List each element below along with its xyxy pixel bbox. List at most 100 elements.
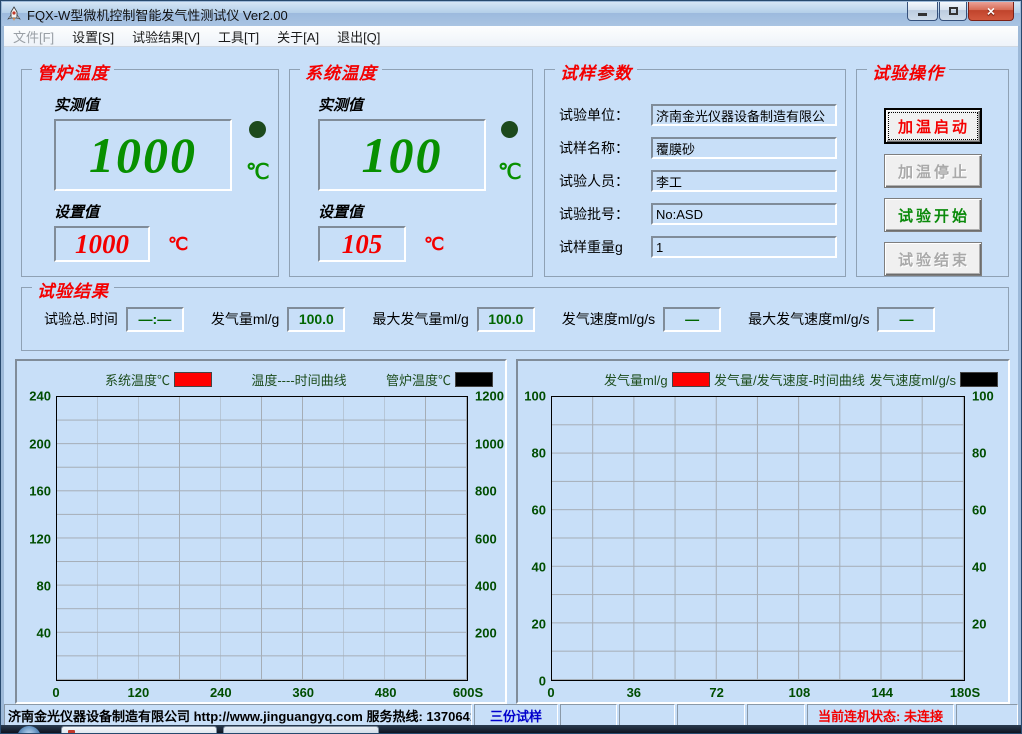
system-temp-group: 系统温度 实测值 100 ℃ 设置值 105 ℃: [289, 69, 533, 277]
axis-tick-label: 600: [475, 531, 497, 546]
status-bar: 济南金光仪器设备制造有限公司 http://www.jinguangyq.com…: [4, 704, 1018, 726]
gas-volume-legend-swatch: [672, 372, 710, 387]
results-group-title: 试验结果: [32, 277, 114, 302]
total-time-value: —:—: [126, 307, 184, 332]
taskbar-app-button[interactable]: [223, 726, 379, 733]
axis-tick-label: 600S: [453, 685, 483, 700]
status-empty-segment: [747, 704, 805, 726]
gas-chart-xaxis: 03672108144180S: [551, 682, 965, 702]
maximize-icon: [949, 7, 958, 15]
temp-chart-legend-furnace: 管炉温度℃: [386, 370, 493, 389]
status-company-info: 济南金光仪器设备制造有限公司 http://www.jinguangyq.com…: [4, 704, 472, 726]
system-measured-display: 100: [318, 119, 486, 191]
sample-weight-input[interactable]: [651, 236, 837, 258]
menu-item-file[interactable]: 文件[F]: [4, 25, 63, 48]
menu-item-exit[interactable]: 退出[Q]: [328, 25, 389, 48]
sample-operator-label: 试验人员：: [559, 171, 651, 191]
max-gas-volume-label: 最大发气量ml/g: [372, 309, 468, 329]
max-gas-rate-value: —: [877, 307, 935, 332]
sample-name-input[interactable]: [651, 137, 837, 159]
menu-bar: 文件[F] 设置[S] 试验结果[V] 工具[T] 关于[A] 退出[Q]: [4, 26, 1018, 47]
temp-chart-xaxis: 0120240360480600S: [56, 682, 468, 702]
test-end-button[interactable]: 试验结束: [884, 242, 982, 276]
axis-tick-label: 60: [532, 503, 546, 518]
sample-name-label: 试样名称：: [559, 138, 651, 158]
system-set-unit: ℃: [424, 234, 444, 255]
heat-stop-button[interactable]: 加温停止: [884, 154, 982, 188]
axis-tick-label: 20: [532, 617, 546, 632]
axis-tick-label: 1200: [475, 389, 504, 404]
axis-tick-label: 200: [475, 626, 497, 641]
temp-chart-yaxis-right: 12001000800600400200: [468, 396, 505, 681]
close-button[interactable]: ×: [968, 2, 1014, 21]
sample-batch-input[interactable]: [651, 203, 837, 225]
gas-chart-plot-area: [551, 396, 965, 681]
gas-rate-legend-swatch: [960, 372, 998, 387]
sample-params-group: 试样参数 试验单位： 试样名称： 试验人员： 试验批号：: [544, 69, 846, 277]
test-start-button[interactable]: 试验开始: [884, 198, 982, 232]
start-button[interactable]: [17, 726, 41, 733]
system-status-indicator: [501, 121, 518, 138]
axis-tick-label: 800: [475, 483, 497, 498]
gas-chart-title: 发气量/发气速度-时间曲线: [714, 370, 865, 389]
operations-group: 试验操作 加温启动 加温停止 试验开始 试验结束: [856, 69, 1009, 277]
menu-item-results[interactable]: 试验结果[V]: [123, 25, 209, 48]
furnace-set-unit: ℃: [168, 234, 188, 255]
furnace-measured-unit: ℃: [246, 160, 270, 185]
max-gas-volume-value: 100.0: [477, 307, 535, 332]
menu-item-settings[interactable]: 设置[S]: [63, 25, 123, 48]
sample-unit-input[interactable]: [651, 104, 837, 126]
gas-volume-value: 100.0: [287, 307, 345, 332]
furnace-temp-group-title: 管炉温度: [32, 59, 114, 84]
axis-tick-label: 400: [475, 579, 497, 594]
status-connection-state: 当前连机状态: 未连接: [807, 704, 954, 726]
system-temp-legend-swatch: [174, 372, 212, 387]
temp-chart-plot-area: [56, 396, 468, 681]
axis-tick-label: 100: [972, 389, 994, 404]
status-empty-segment: [677, 704, 745, 726]
system-temp-group-title: 系统温度: [300, 59, 382, 84]
menu-item-tools[interactable]: 工具[T]: [209, 25, 268, 48]
gas-chart-yaxis-left: 100806040200: [518, 396, 551, 681]
system-measured-unit: ℃: [498, 160, 522, 185]
axis-tick-label: 80: [532, 446, 546, 461]
axis-tick-label: 40: [532, 560, 546, 575]
heat-start-button[interactable]: 加温启动: [884, 108, 982, 144]
axis-tick-label: 1000: [475, 436, 504, 451]
system-set-value: 105: [342, 229, 383, 260]
axis-tick-label: 120: [29, 531, 51, 546]
furnace-temp-group: 管炉温度 实测值 1000 ℃ 设置值 1000: [21, 69, 279, 277]
sample-unit-label: 试验单位：: [559, 105, 651, 125]
gas-rate-label: 发气速度ml/g/s: [562, 309, 655, 329]
minimize-icon: [918, 13, 927, 16]
axis-tick-label: 180S: [950, 685, 980, 700]
axis-tick-label: 120: [128, 685, 150, 700]
system-measured-label: 实测值: [318, 94, 532, 115]
furnace-measured-value: 1000: [89, 126, 197, 184]
axis-tick-label: 240: [29, 389, 51, 404]
gas-chart-panel: 发气量ml/g 发气量/发气速度-时间曲线 发气速度ml/g/s 1008060…: [516, 359, 1010, 704]
maximize-button[interactable]: [939, 2, 967, 21]
window-title: FQX-W型微机控制智能发气性测试仪 Ver2.00: [27, 5, 288, 24]
axis-tick-label: 108: [789, 685, 811, 700]
taskbar-app-button[interactable]: [61, 726, 217, 733]
gas-chart-yaxis-right: 10080604020: [965, 396, 1008, 681]
status-empty-segment: [956, 704, 1018, 726]
axis-tick-label: 36: [627, 685, 641, 700]
temp-chart-legend-system: 系统温度℃: [105, 370, 212, 389]
temp-chart-title: 温度----时间曲线: [251, 370, 346, 389]
temperature-chart-panel: 系统温度℃ 温度----时间曲线 管炉温度℃ 2402001601208040 …: [15, 359, 507, 704]
axis-tick-label: 40: [37, 626, 51, 641]
axis-tick-label: 0: [547, 685, 554, 700]
max-gas-rate-label: 最大发气速度ml/g/s: [748, 309, 869, 329]
axis-tick-label: 0: [539, 674, 546, 689]
client-area: 管炉温度 实测值 1000 ℃ 设置值 1000: [4, 47, 1018, 726]
gas-chart-legend-rate: 发气速度ml/g/s: [869, 370, 998, 389]
minimize-button[interactable]: [907, 2, 938, 21]
menu-item-about[interactable]: 关于[A]: [268, 25, 328, 48]
gas-volume-label: 发气量ml/g: [211, 309, 279, 329]
furnace-set-display: 1000: [54, 226, 150, 262]
system-set-label: 设置值: [318, 201, 532, 222]
axis-tick-label: 0: [52, 685, 59, 700]
sample-operator-input[interactable]: [651, 170, 837, 192]
